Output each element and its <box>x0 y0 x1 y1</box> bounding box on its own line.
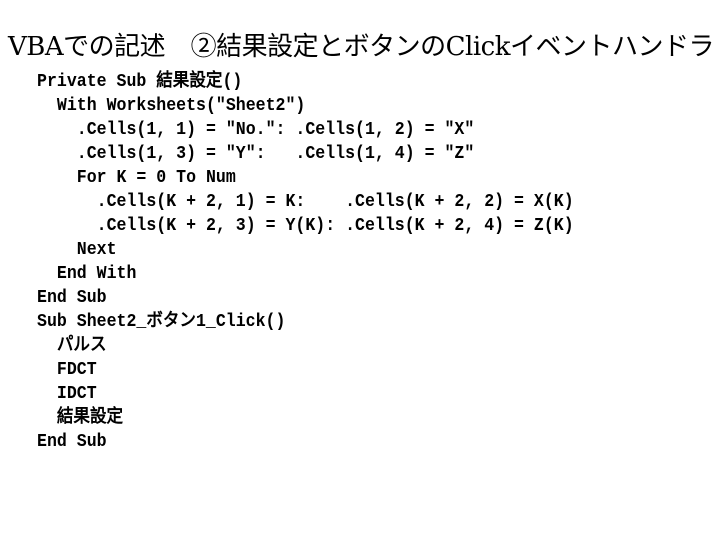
code-line: .Cells(1, 1) = "No.": .Cells(1, 2) = "X" <box>37 120 475 140</box>
code-line: .Cells(K + 2, 1) = K: .Cells(K + 2, 2) =… <box>37 192 574 212</box>
code-line: Sub Sheet2_ボタン1_Click() <box>37 312 286 332</box>
code-line: パルス <box>37 336 107 356</box>
code-line: With Worksheets("Sheet2") <box>37 96 306 116</box>
code-block: Private Sub 結果設定() With Worksheets("Shee… <box>37 70 620 454</box>
code-line: End Sub <box>37 432 107 452</box>
code-line: FDCT <box>37 360 97 380</box>
code-line: IDCT <box>37 384 97 404</box>
code-line: Private Sub 結果設定() <box>37 72 243 92</box>
code-line: End Sub <box>37 288 107 308</box>
code-line: .Cells(1, 3) = "Y": .Cells(1, 4) = "Z" <box>37 144 475 164</box>
code-line: .Cells(K + 2, 3) = Y(K): .Cells(K + 2, 4… <box>37 216 574 236</box>
code-line: For K = 0 To Num <box>37 168 236 188</box>
code-line: End With <box>37 264 137 284</box>
code-line: 結果設定 <box>37 408 124 428</box>
code-line: Next <box>37 240 117 260</box>
slide-title: VBAでの記述 ②結果設定とボタンのClickイベントハンドラ <box>8 32 715 62</box>
